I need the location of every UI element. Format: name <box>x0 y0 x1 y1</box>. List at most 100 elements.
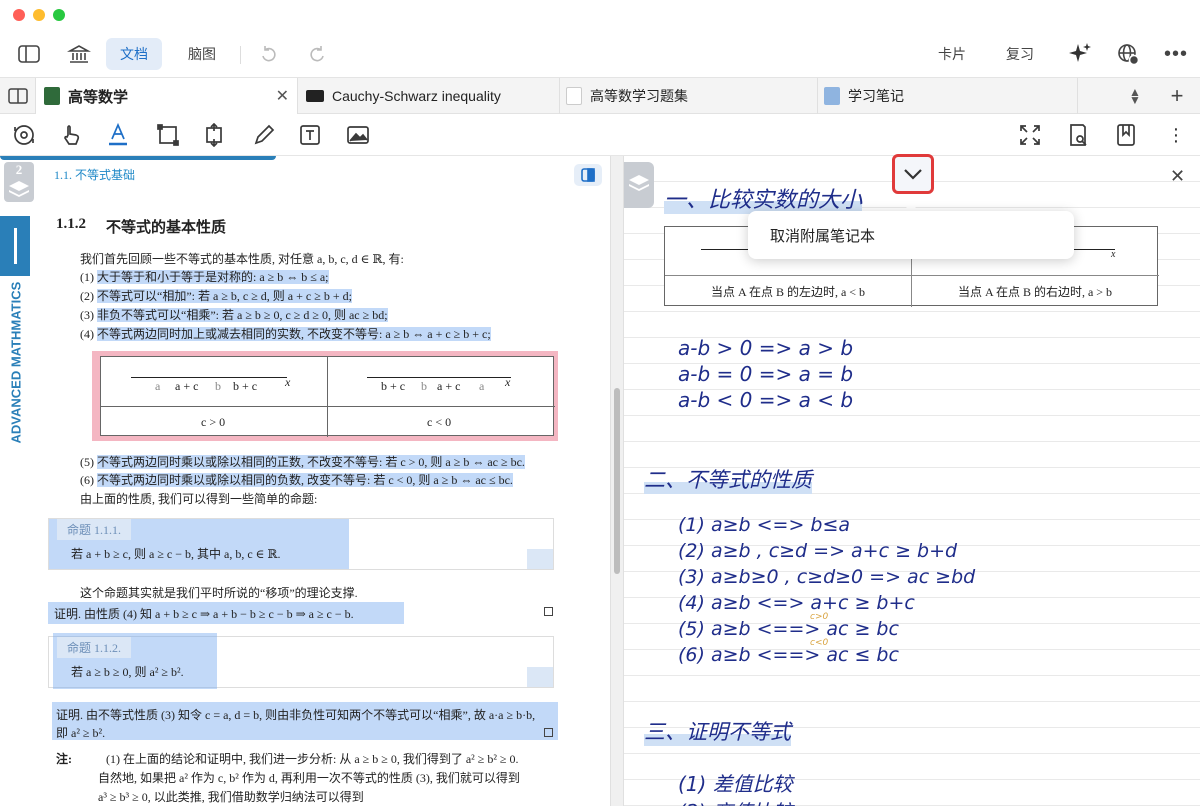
minimize-window-button[interactable] <box>33 9 45 21</box>
mindmap-tab-button[interactable]: 脑图 <box>176 38 228 70</box>
sidebar-icon <box>18 45 40 63</box>
reader-more-button[interactable]: · · · <box>1162 119 1190 151</box>
condition-note: c<0 <box>810 638 829 648</box>
note-heading: 一、比较实数的大小 <box>664 182 863 214</box>
side-banner-text: ADVANCED MATHMATICS <box>8 281 24 444</box>
corner-tab <box>527 667 553 687</box>
sidebar-toggle-button[interactable] <box>14 38 44 70</box>
layers-sidebar-button[interactable]: 2 <box>4 162 34 202</box>
split-view-button[interactable] <box>0 78 36 114</box>
image-icon <box>347 126 369 144</box>
move-arrows-icon <box>206 123 222 147</box>
library-button[interactable] <box>64 38 94 70</box>
text-box-tool[interactable] <box>296 121 324 149</box>
main-toolbar: 文档 脑图 卡片 复习 ••• <box>0 32 1200 78</box>
property-item: (1) 大于等于和小于等于是对称的: a ≥ b ⇔ b ≤ a; <box>80 268 329 285</box>
web-help-button[interactable] <box>1114 38 1142 70</box>
pdf-scrollbar[interactable] <box>614 388 620 574</box>
tab-3[interactable]: 学习笔记 <box>818 78 1078 114</box>
tab-2[interactable]: 高等数学习题集 <box>560 78 818 114</box>
chevron-down-icon: ▼ <box>1129 93 1141 107</box>
pdf-pane[interactable]: 2 1.1. 不等式基础 ADVANCED MATHMATICS 1.1.2 不… <box>0 156 610 806</box>
axis-label: x <box>1111 249 1116 260</box>
detach-notebook-item[interactable]: 取消附属笔记本 <box>770 225 875 246</box>
subsection-title: 不等式的基本性质 <box>106 220 227 236</box>
detach-notebook-menu: 取消附属笔记本 <box>748 211 1074 259</box>
tab-0[interactable]: 高等数学 ✕ <box>36 78 298 114</box>
proof-text: 证明. 由性质 (4) 知 a + b ≥ c ⇒ a + b − b ≥ c … <box>48 602 404 624</box>
expand-icon <box>1020 125 1040 145</box>
proposition-box: 命题 1.1.2. 若 a ≥ b ≥ 0, 则 a² ≥ b². <box>48 633 554 689</box>
toggle-panel-button[interactable] <box>574 164 602 186</box>
drag-tool[interactable] <box>200 121 228 149</box>
note-heading: 二、不等式的性质 <box>644 464 812 494</box>
area-select-tool[interactable] <box>154 121 182 149</box>
search-doc-button[interactable] <box>1064 121 1092 149</box>
close-notebook-icon[interactable]: ✕ <box>1170 166 1185 187</box>
document-tab-bar: 高等数学 ✕ Cauchy-Schwarz inequality 高等数学习题集… <box>0 78 1200 114</box>
handwriting-line: (4) a≥b <=> a+c ≥ b+c <box>678 592 915 614</box>
doc-tab-button[interactable]: 文档 <box>106 38 162 70</box>
axis-label: b + c <box>381 379 406 393</box>
item-number: (5) <box>80 455 94 469</box>
reader-toolbar: · · · <box>0 114 1200 156</box>
item-number: (6) <box>80 473 94 487</box>
notebook-layers-button[interactable] <box>624 162 654 208</box>
axis-label: b <box>421 379 427 393</box>
sync-gear-icon <box>14 125 34 145</box>
more-menu-button[interactable]: ••• <box>1162 38 1190 70</box>
axis-label: x <box>285 375 291 389</box>
card-button[interactable]: 卡片 <box>930 38 974 70</box>
sync-tool[interactable] <box>10 121 38 149</box>
axis-label: b + c <box>233 379 258 393</box>
pen-icon <box>254 124 275 145</box>
figure-col-rule <box>327 357 328 437</box>
fullscreen-button[interactable] <box>1016 121 1044 149</box>
close-tab-icon[interactable]: ✕ <box>276 86 289 106</box>
pen-tool[interactable] <box>250 121 278 149</box>
header-rule <box>0 156 276 160</box>
handwriting-line: (1) 差值比较 <box>678 772 793 796</box>
book-cover-icon <box>44 87 60 105</box>
new-tab-button[interactable]: + <box>1162 78 1192 114</box>
property-item: (4) 不等式两边同时加上或减去相同的实数, 不改变不等号: a ≥ b ⇔ a… <box>80 325 491 342</box>
axis-label: a + c <box>437 379 461 393</box>
plus-icon: + <box>1170 83 1184 108</box>
hand-tool[interactable] <box>58 121 86 149</box>
document-icon <box>566 87 582 105</box>
tab-1[interactable]: Cauchy-Schwarz inequality <box>298 78 560 114</box>
title-bar <box>0 0 1200 32</box>
axis-label: a <box>155 379 161 393</box>
ai-sparkle-button[interactable] <box>1066 38 1094 70</box>
tab-label: Cauchy-Schwarz inequality <box>332 88 501 104</box>
app-window: 文档 脑图 卡片 复习 ••• 高等数学 ✕ Cauchy-Schwarz in… <box>0 0 1200 806</box>
tab-label: 学习笔记 <box>848 88 904 104</box>
figure-row-rule <box>101 406 555 407</box>
image-tool[interactable] <box>344 121 372 149</box>
notebook-menu-button[interactable] <box>892 154 934 194</box>
crop-rectangle-icon <box>157 124 179 146</box>
side-banner: ADVANCED MATHMATICS <box>0 216 30 444</box>
redo-button[interactable] <box>304 38 330 70</box>
video-thumb-icon <box>306 90 324 102</box>
tab-label: 高等数学 <box>68 88 129 106</box>
banner-stripe <box>14 228 17 264</box>
proposition-text: 若 a ≥ b ≥ 0, 则 a² ≥ b². <box>71 665 184 679</box>
table-caption: 当点 A 在点 B 的左边时, a < b <box>710 285 866 299</box>
undo-button[interactable] <box>256 38 282 70</box>
tab-scroll-button[interactable]: ▲ ▼ <box>1120 78 1150 114</box>
bookmark-button[interactable] <box>1112 121 1140 149</box>
qed-square <box>544 728 553 737</box>
handwriting-line: a-b > 0 => a > b <box>678 336 854 360</box>
review-button[interactable]: 复习 <box>998 38 1042 70</box>
handwriting-line: a-b < 0 => a < b <box>678 388 854 412</box>
panel-icon <box>581 168 595 182</box>
table-caption: 当点 A 在点 B 的右边时, a > b <box>957 285 1113 299</box>
close-window-button[interactable] <box>13 9 25 21</box>
body-text: 由上面的性质, 我们可以得到一些简单的命题: <box>80 492 318 506</box>
axis-label: a + c <box>175 379 199 393</box>
text-highlight-tool[interactable] <box>104 121 132 149</box>
hand-pointer-icon <box>64 125 80 145</box>
zoom-window-button[interactable] <box>53 9 65 21</box>
toolbar-divider <box>240 46 241 64</box>
